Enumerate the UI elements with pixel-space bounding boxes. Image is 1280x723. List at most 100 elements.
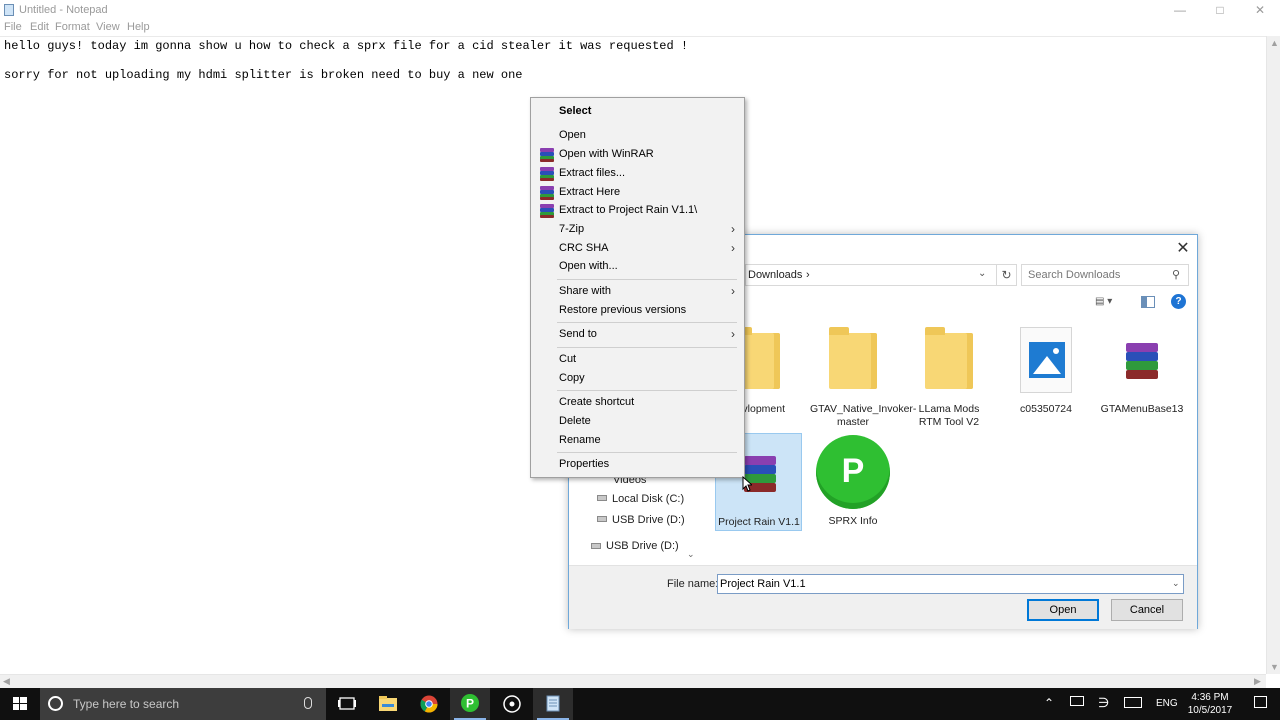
- scroll-down-icon[interactable]: ▼: [1270, 662, 1279, 672]
- cortana-icon: [48, 696, 63, 711]
- menu-item-create-shortcut[interactable]: Create shortcut: [533, 394, 742, 412]
- nav-item-local-disk[interactable]: Local Disk (C:): [612, 493, 684, 505]
- start-button[interactable]: [0, 688, 40, 720]
- change-view-button[interactable]: ▤ ▾: [1095, 296, 1125, 310]
- file-item[interactable]: GTAMenuBase13: [1099, 327, 1185, 431]
- dialog-close-button[interactable]: ✕: [1173, 239, 1193, 259]
- menu-item-extract-files[interactable]: Extract files...: [533, 165, 742, 183]
- menu-item-extract-here[interactable]: Extract Here: [533, 184, 742, 202]
- scroll-up-icon[interactable]: ▲: [1270, 38, 1279, 48]
- menu-separator: [557, 347, 737, 348]
- file-item[interactable]: LLama Mods RTM Tool V2: [906, 327, 992, 431]
- breadcrumb-chevron-icon: ›: [806, 269, 810, 281]
- action-center-icon[interactable]: [1254, 696, 1267, 708]
- menu-item-label: Open with...: [559, 260, 618, 272]
- menu-file[interactable]: File: [4, 21, 22, 33]
- winrar-icon: [540, 204, 554, 218]
- menu-item-label: Cut: [559, 353, 577, 365]
- menu-item-send-to[interactable]: Send to ›: [533, 326, 742, 344]
- notepad-title-bar: Untitled - Notepad — □ ✕: [0, 0, 1280, 20]
- file-label: c05350724: [1020, 403, 1072, 415]
- file-name-input[interactable]: Project Rain V1.1: [717, 574, 1184, 594]
- help-icon[interactable]: ?: [1171, 294, 1186, 309]
- network-icon[interactable]: ∋: [1098, 695, 1109, 711]
- menu-item-copy[interactable]: Copy: [533, 370, 742, 388]
- menu-item-select[interactable]: Select: [533, 103, 742, 121]
- clock-time: 4:36 PM: [1191, 692, 1229, 703]
- menu-help[interactable]: Help: [127, 21, 150, 33]
- menu-item-restore-versions[interactable]: Restore previous versions: [533, 302, 742, 320]
- taskbar-app-file-explorer[interactable]: [368, 688, 408, 720]
- file-item[interactable]: GTAV_Native_Invoker-master: [810, 327, 916, 431]
- taskbar-app-obs[interactable]: [492, 688, 532, 720]
- menu-item-label: Open: [559, 129, 586, 141]
- nav-scroll-down-icon[interactable]: ⌄: [687, 549, 695, 560]
- clock-date: 10/5/2017: [1187, 705, 1233, 716]
- menu-item-label: CRC SHA: [559, 242, 609, 254]
- maximize-button[interactable]: □: [1200, 2, 1240, 18]
- nav-item-usb-drive[interactable]: USB Drive (D:): [612, 514, 685, 526]
- menu-item-open[interactable]: Open: [533, 127, 742, 145]
- keyboard-icon[interactable]: [1124, 697, 1142, 708]
- address-bar[interactable]: Downloads › ⌄: [745, 264, 997, 286]
- winrar-icon: [540, 148, 554, 162]
- chevron-right-icon: ›: [731, 327, 735, 341]
- nav-item-usb-drive-root[interactable]: USB Drive (D:): [606, 540, 679, 552]
- menu-item-extract-to[interactable]: Extract to Project Rain V1.1\: [533, 202, 742, 220]
- chevron-right-icon: ›: [731, 284, 735, 298]
- menu-item-cut[interactable]: Cut: [533, 351, 742, 369]
- winrar-archive-icon: [1124, 343, 1160, 379]
- preview-pane-button[interactable]: [1141, 296, 1155, 308]
- menu-item-label: 7-Zip: [559, 223, 585, 235]
- horizontal-scrollbar[interactable]: ◀ ▶: [0, 674, 1266, 688]
- winrar-icon: [540, 167, 554, 181]
- show-hidden-icons-icon[interactable]: ⌃: [1044, 696, 1054, 710]
- cancel-button[interactable]: Cancel: [1111, 599, 1183, 621]
- breadcrumb-downloads[interactable]: Downloads: [748, 269, 802, 281]
- taskbar-search-box[interactable]: Type here to search: [40, 688, 326, 720]
- chrome-icon: [420, 695, 438, 713]
- menu-item-crc-sha[interactable]: CRC SHA ›: [533, 240, 742, 258]
- windows-logo-icon: [13, 697, 27, 710]
- file-item[interactable]: c05350724: [1003, 327, 1089, 431]
- taskbar-app-notepad[interactable]: [533, 688, 573, 720]
- menu-separator: [557, 390, 737, 391]
- close-button[interactable]: ✕: [1240, 2, 1280, 18]
- microphone-icon[interactable]: [304, 697, 312, 709]
- refresh-button[interactable]: ↻: [997, 264, 1017, 286]
- menu-item-open-with-winrar[interactable]: Open with WinRAR: [533, 146, 742, 164]
- menu-view[interactable]: View: [96, 21, 120, 33]
- menu-separator: [557, 279, 737, 280]
- menu-edit[interactable]: Edit: [30, 21, 49, 33]
- menu-item-7zip[interactable]: 7-Zip ›: [533, 221, 742, 239]
- text-line: sorry for not uploading my hdmi splitter…: [4, 68, 523, 82]
- menu-item-properties[interactable]: Properties: [533, 456, 742, 474]
- chevron-down-icon[interactable]: ⌄: [1172, 578, 1180, 589]
- image-file-icon: [1020, 327, 1072, 393]
- language-indicator[interactable]: ENG: [1156, 698, 1178, 709]
- tablet-mode-icon[interactable]: [1070, 696, 1084, 706]
- chevron-down-icon[interactable]: ⌄: [978, 268, 986, 279]
- search-field[interactable]: Search Downloads ⚲: [1021, 264, 1189, 286]
- file-label: Project Rain V1.1: [718, 516, 800, 528]
- menu-item-share-with[interactable]: Share with ›: [533, 283, 742, 301]
- menu-format[interactable]: Format: [55, 21, 90, 33]
- taskbar-app-playstation[interactable]: P: [450, 688, 490, 720]
- vertical-scrollbar[interactable]: ▲ ▼: [1266, 36, 1280, 674]
- system-tray: ⌃ ∋ ENG: [1040, 688, 1280, 720]
- taskbar-app-chrome[interactable]: [409, 688, 449, 720]
- minimize-button[interactable]: —: [1160, 2, 1200, 18]
- menu-item-delete[interactable]: Delete: [533, 413, 742, 431]
- file-item[interactable]: P SPRX Info: [810, 433, 896, 531]
- open-button[interactable]: Open: [1027, 599, 1099, 621]
- menu-item-label: Extract Here: [559, 186, 621, 198]
- scroll-right-icon[interactable]: ▶: [1254, 676, 1261, 687]
- menu-item-rename[interactable]: Rename: [533, 432, 742, 450]
- menu-item-label: Extract to Project Rain V1.1\: [559, 204, 698, 216]
- menu-item-label: Send to: [559, 328, 597, 340]
- task-view-button[interactable]: [327, 688, 367, 720]
- menu-item-open-with[interactable]: Open with...: [533, 258, 742, 276]
- chevron-right-icon: ›: [731, 222, 735, 236]
- scroll-left-icon[interactable]: ◀: [3, 676, 10, 687]
- clock[interactable]: 4:36 PM 10/5/2017: [1186, 691, 1234, 717]
